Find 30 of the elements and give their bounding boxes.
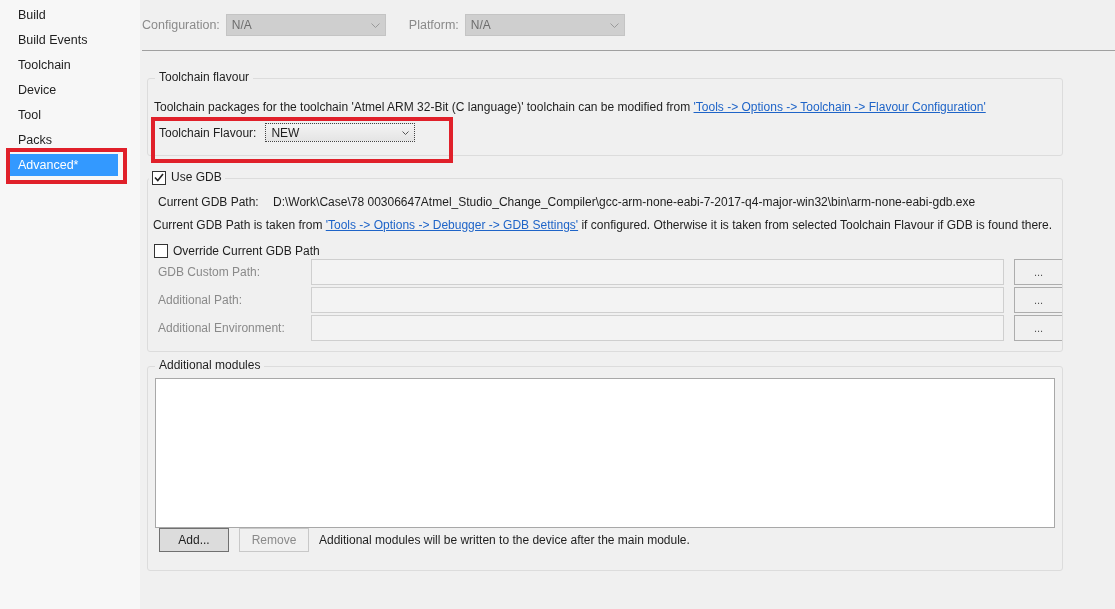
sidebar-item[interactable]: Build Events (8, 29, 118, 51)
field-label: Additional Path: (158, 293, 244, 307)
flavour-label: Toolchain Flavour: (159, 125, 257, 140)
note-text: Current GDB Path is taken from 'Tools -> Options -> Debugger -> GDB Settings' if configured. Otherwise it is taken from selected Toolchain Flavour if GDB is found there. (153, 218, 1053, 232)
sidebar-item[interactable]: Tool (8, 104, 118, 126)
use-gdb-checkbox[interactable] (152, 170, 166, 185)
field-label: Additional Environment: (158, 321, 286, 335)
action-button[interactable]: Add... (159, 528, 229, 552)
flavour-dropdown[interactable]: NEW (265, 123, 416, 142)
override-checkbox[interactable] (154, 244, 168, 258)
configuration-label: Configuration: (142, 18, 220, 32)
checkbox-label: Use GDB (171, 170, 222, 185)
modules-list[interactable] (155, 378, 1055, 528)
checkmark-icon (154, 173, 164, 182)
sidebar-item[interactable]: Device (8, 79, 118, 101)
platform-label: Platform: (408, 18, 459, 32)
field-label: GDB Custom Path: (158, 265, 262, 279)
options-link[interactable]: 'Tools -> Options -> Toolchain -> Flavour Configuration' (693, 100, 986, 114)
sidebar-item[interactable]: Packs (8, 129, 118, 151)
sidebar-item[interactable]: Build (8, 4, 118, 26)
checkbox-label: Override Current GDB Path (173, 244, 320, 258)
caret-icon (609, 22, 619, 28)
caret-icon (370, 22, 380, 28)
modules-note: Additional modules will be written to the device after the main module. (319, 533, 690, 547)
sidebar-item[interactable]: Toolchain (8, 54, 118, 76)
path-value: D:\Work\Case\78 00306647Atmel_Studio_Change_Compiler\gcc-arm-none-eabi-7-2017-q4-major-win32\bin\arm-none-eabi-gdb.exe (273, 195, 976, 209)
description-text: Toolchain packages for the toolchain 'Atmel ARM 32-Bit (C language)' toolchain can be modified from 'Tools -> Options -> Toolchain -> Flavour Configuration' (154, 100, 986, 114)
path-label: Current GDB Path: (158, 195, 260, 209)
gdb-settings-link[interactable]: 'Tools -> Options -> Debugger -> GDB Settings' (325, 218, 579, 232)
caret-icon (402, 130, 410, 135)
